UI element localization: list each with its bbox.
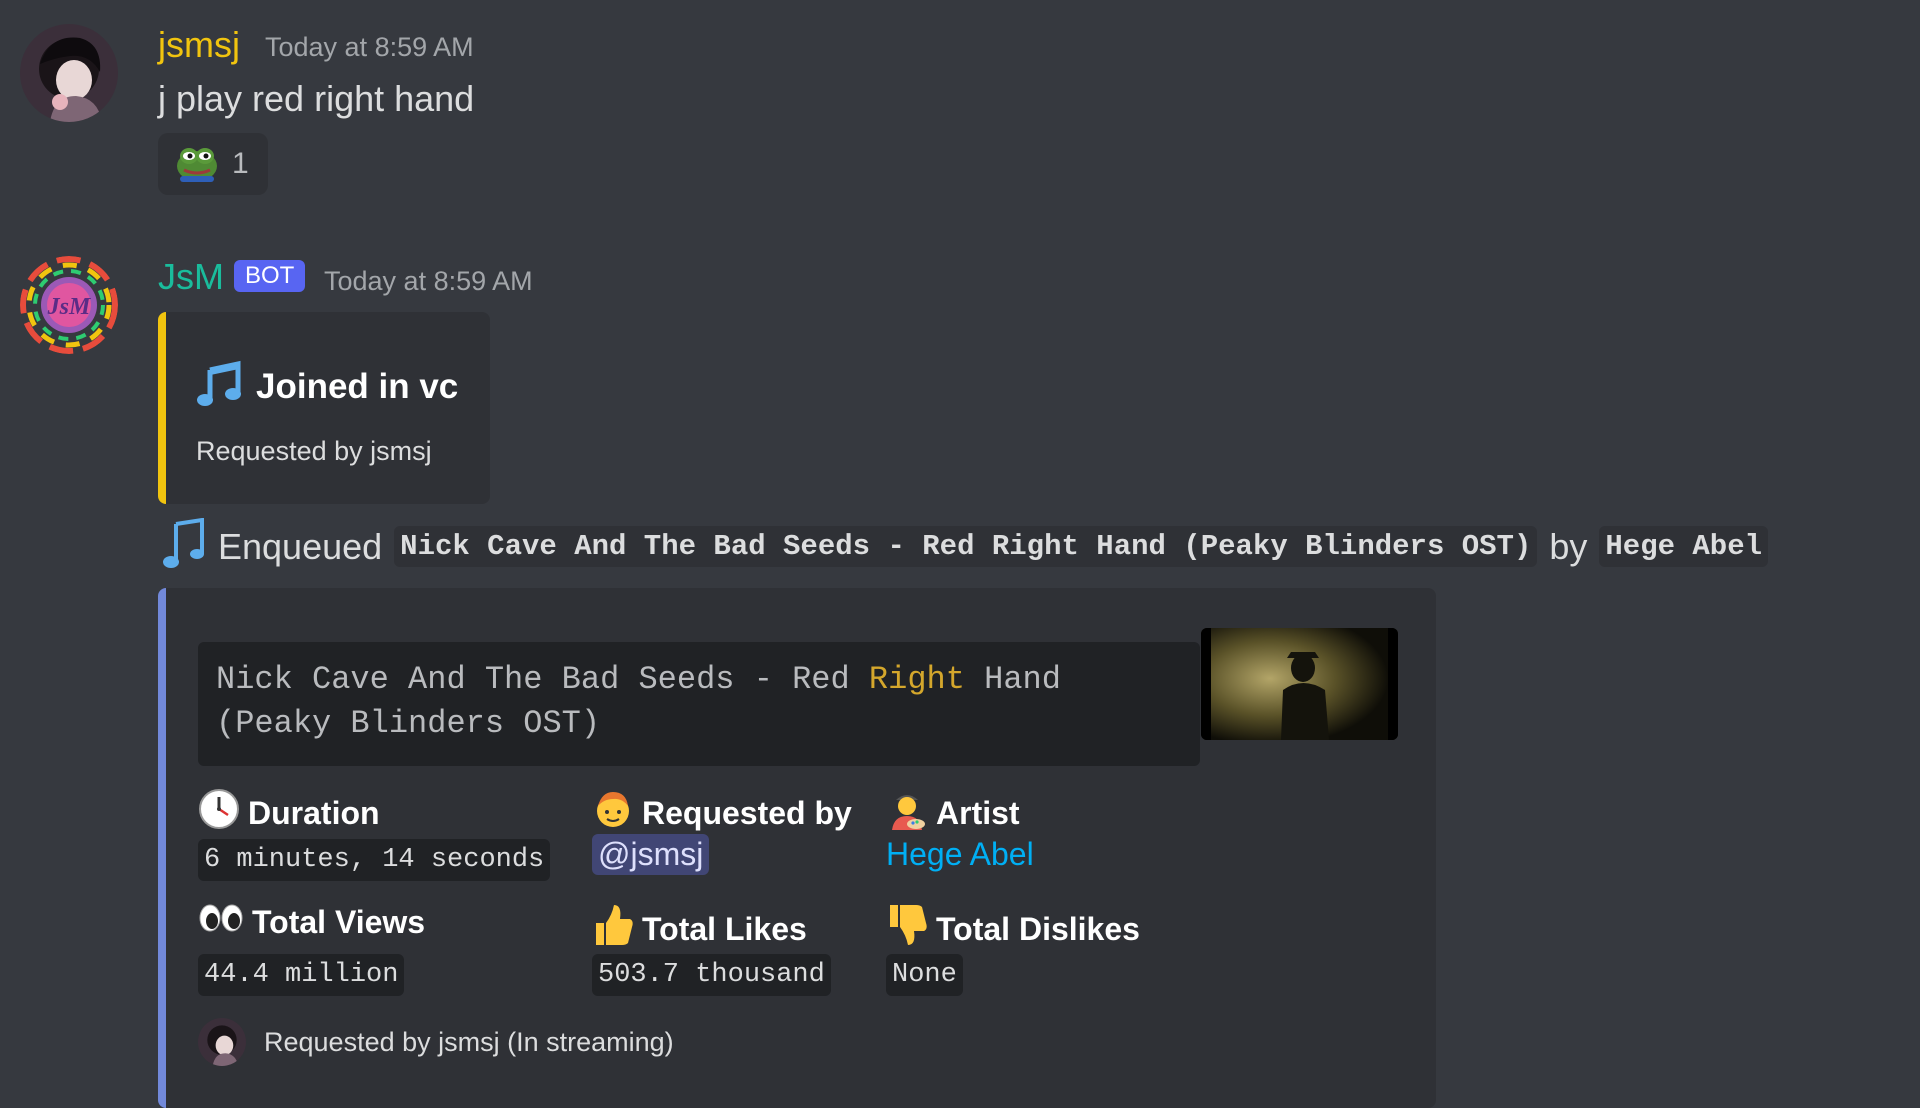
- thumbs-up-icon: [592, 903, 634, 955]
- video-thumbnail[interactable]: [1201, 628, 1398, 740]
- field-label-text: Requested by: [642, 794, 852, 831]
- author-name[interactable]: JsM: [158, 256, 224, 298]
- field-duration-label: Duration: [198, 788, 380, 838]
- reaction-button[interactable]: 1: [158, 133, 268, 195]
- field-label-text: Artist: [936, 794, 1020, 831]
- field-label-text: Total Likes: [642, 910, 807, 947]
- embed-description: Requested by jsmsj: [196, 436, 432, 466]
- footer-text: Requested by jsmsj (In streaming): [264, 1026, 674, 1057]
- enqueued-line: Enqueued Nick Cave And The Bad Seeds - R…: [162, 517, 1769, 575]
- field-requested-label: Requested by: [592, 788, 852, 838]
- user-avatar[interactable]: [20, 24, 118, 122]
- field-dislikes-value: None: [886, 954, 963, 996]
- message-timestamp: Today at 8:59 AM: [324, 266, 533, 296]
- field-duration-value: 6 minutes, 14 seconds: [198, 839, 551, 881]
- author-name[interactable]: jsmsj: [158, 24, 240, 66]
- user-mention[interactable]: @jsmsj: [592, 834, 710, 875]
- field-label-text: Total Views: [252, 903, 426, 940]
- bot-avatar[interactable]: JsM: [20, 256, 118, 354]
- message-2: JsM JsM BOT Today at 8:59 AM Joined in v…: [0, 240, 1920, 1108]
- music-note-icon: [162, 517, 206, 575]
- codeblock-text: (Peaky Blinders OST): [216, 705, 601, 742]
- thumbs-down-icon: [886, 903, 928, 955]
- enqueued-by: by: [1549, 525, 1588, 567]
- message-timestamp: Today at 8:59 AM: [265, 32, 474, 62]
- message-content: j play red right hand: [158, 78, 475, 119]
- svg-text:JsM: JsM: [47, 294, 92, 320]
- message-1: jsmsj Today at 8:59 AM j play red right …: [0, 0, 1920, 220]
- codeblock-highlight: Right: [868, 661, 965, 698]
- person-icon: [592, 788, 634, 838]
- embed-joined-vc: Joined in vc Requested by jsmsj: [158, 312, 490, 504]
- codeblock-text: Nick Cave And The Bad Seeds - Red: [216, 661, 869, 698]
- field-dislikes-label: Total Dislikes: [886, 903, 1140, 955]
- footer-avatar: [198, 1018, 246, 1066]
- field-label-text: Total Dislikes: [936, 910, 1140, 947]
- clock-icon: [198, 788, 240, 838]
- reaction-count: 1: [232, 147, 249, 180]
- track-title-codeblock: Nick Cave And The Bad Seeds - Red Right …: [198, 642, 1200, 766]
- field-views-value: 44.4 million: [198, 954, 405, 996]
- pepe-frog-icon: [174, 142, 220, 187]
- bot-badge: BOT: [234, 260, 306, 292]
- embed-footer: Requested by jsmsj (In streaming): [198, 1018, 674, 1066]
- field-likes-value: 503.7 thousand: [592, 954, 831, 996]
- embed-title: Joined in vc: [256, 366, 459, 406]
- field-views-label: Total Views: [198, 903, 425, 941]
- artist-link[interactable]: Hege Abel: [886, 836, 1034, 873]
- embed-track-info: Nick Cave And The Bad Seeds - Red Right …: [158, 588, 1436, 1108]
- enqueued-song-code: Nick Cave And The Bad Seeds - Red Right …: [394, 526, 1538, 567]
- embed-accent-bar: [158, 312, 166, 504]
- field-likes-label: Total Likes: [592, 903, 807, 955]
- eyes-icon: [198, 903, 244, 941]
- codeblock-text: Hand: [964, 661, 1061, 698]
- artist-icon: [886, 788, 928, 838]
- embed-accent-bar: [158, 588, 166, 1108]
- music-note-icon: [196, 360, 244, 413]
- field-label-text: Duration: [248, 794, 380, 831]
- field-artist-label: Artist: [886, 788, 1020, 838]
- enqueued-artist-code: Hege Abel: [1599, 526, 1769, 567]
- enqueued-prefix: Enqueued: [218, 525, 383, 567]
